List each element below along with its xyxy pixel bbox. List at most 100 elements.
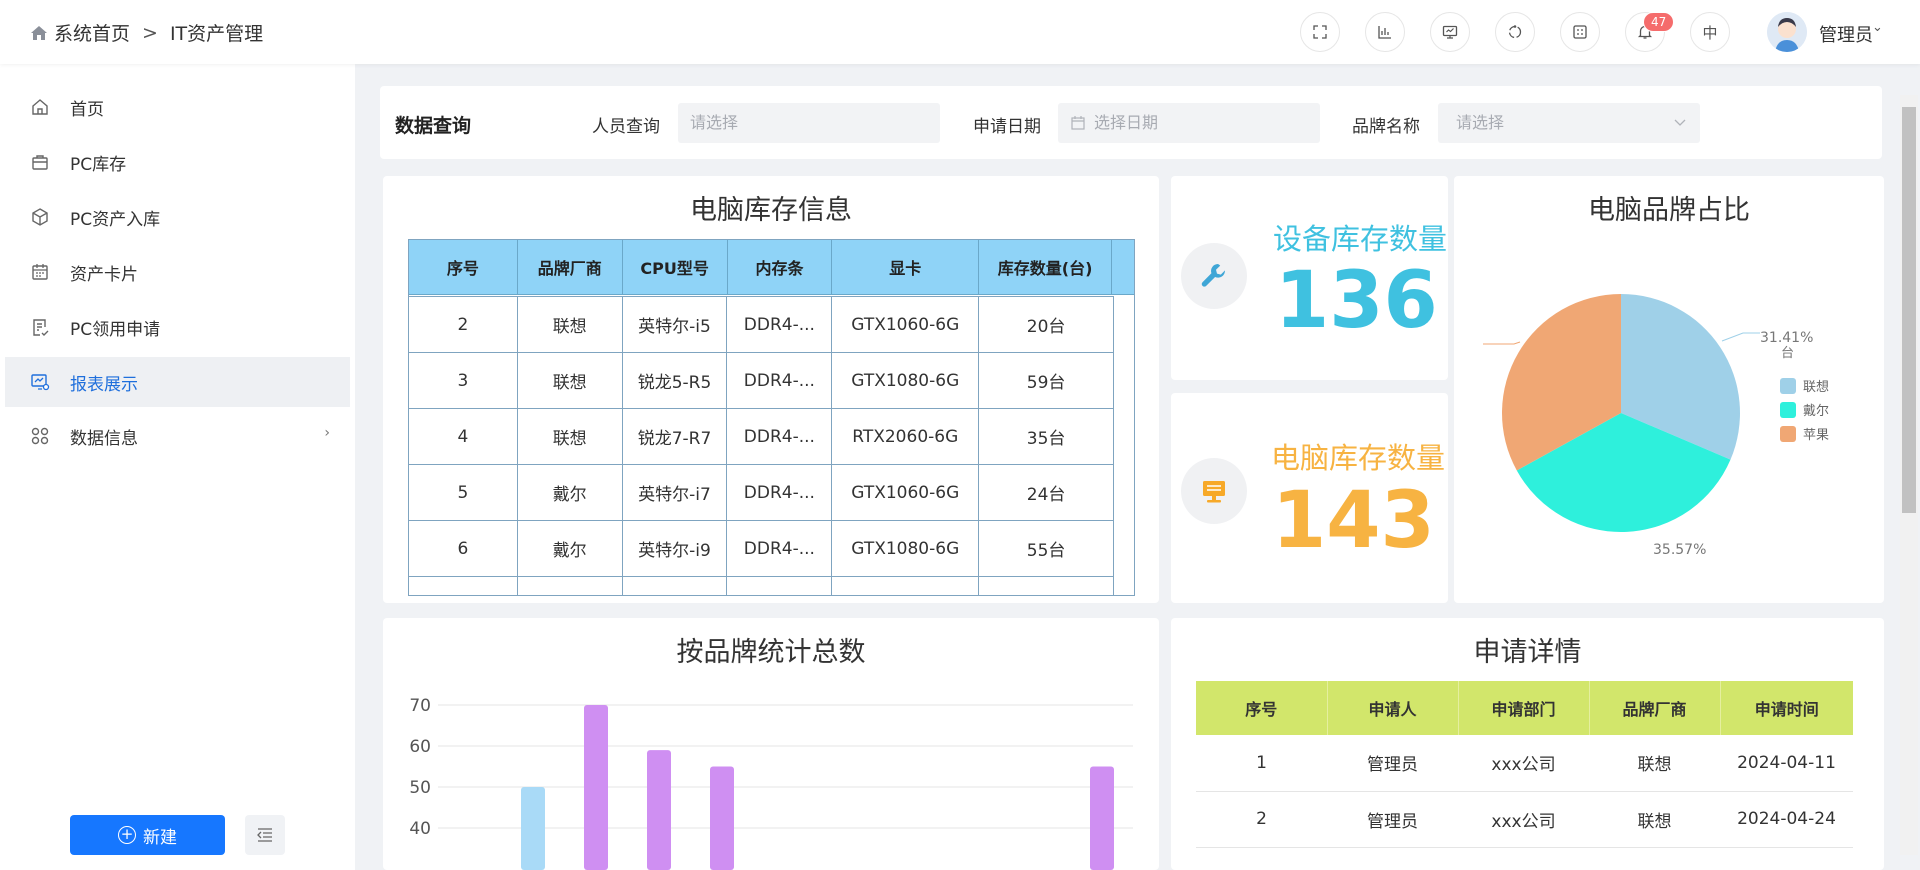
- column-header: 品牌厂商: [1589, 681, 1721, 735]
- username[interactable]: 管理员: [1819, 21, 1873, 47]
- column-header: 申请部门: [1458, 681, 1590, 735]
- table-row[interactable]: 2 联想 英特尔-i5 DDR4-... GTX1060-6G 20台: [409, 296, 1114, 353]
- table-cell: DDR4-...: [726, 408, 833, 465]
- table-cell: GTX1080-6G: [831, 520, 980, 577]
- plus-circle-icon: +: [118, 826, 136, 844]
- scrollbar-thumb[interactable]: [1902, 107, 1916, 513]
- table-cell: 4: [409, 408, 518, 465]
- brand-label: 品牌名称: [1352, 117, 1420, 137]
- legend-item[interactable]: 联想: [1803, 379, 1829, 395]
- query-panel: 数据查询 人员查询 请选择 申请日期 选择日期 品牌名称 请选择: [380, 86, 1882, 159]
- top-header: 系统首页 > IT资产管理 47 中 管理员 ⌄: [0, 0, 1920, 64]
- pie-label-top: 31.41%: [1760, 330, 1813, 346]
- chevron-down-icon: [1674, 119, 1686, 126]
- table-row[interactable]: 2 管理员 xxx公司 联想 2024-04-24: [1196, 791, 1853, 848]
- table-cell: 英特尔-i7: [621, 464, 728, 521]
- query-title: 数据查询: [395, 115, 472, 137]
- inventory-table-body[interactable]: 2 联想 英特尔-i5 DDR4-... GTX1060-6G 20台 3 联想 锐龙5-R5…: [409, 296, 1114, 595]
- inventory-table-wrapper[interactable]: 序号 品牌厂商 CPU型号 内存条 显卡 库存数量(台) 2 联想 英特尔-i5 DD…: [408, 239, 1135, 596]
- brand-select[interactable]: 请选择: [1438, 103, 1700, 143]
- person-select[interactable]: 请选择: [678, 103, 940, 143]
- chevron-down-icon[interactable]: ⌄: [1872, 20, 1883, 35]
- bar[interactable]: [584, 705, 608, 870]
- breadcrumb-separator-icon: >: [142, 21, 158, 44]
- table-cell: 联想: [516, 352, 623, 409]
- table-row[interactable]: 3 联想 锐龙5-R5 DDR4-... GTX1080-6G 59台: [409, 352, 1114, 409]
- table-cell: GTX1060-6G: [831, 464, 980, 521]
- calculator-icon[interactable]: [1560, 12, 1600, 52]
- bar-chart-icon[interactable]: [1365, 12, 1405, 52]
- sidebar-item-label: 首页: [70, 100, 104, 120]
- bar-chart[interactable]: 40 50 60 70: [383, 618, 1159, 870]
- legend-swatch: [1780, 402, 1796, 418]
- table-cell: 2: [1196, 791, 1327, 848]
- column-header: 序号: [409, 240, 518, 295]
- sidebar-item-pc-inventory[interactable]: PC库存: [5, 137, 350, 187]
- table-cell: 管理员: [1327, 735, 1458, 792]
- language-toggle[interactable]: 中: [1690, 12, 1730, 52]
- sidebar-item-pc-asset-in[interactable]: PC资产入库: [5, 192, 350, 242]
- avatar[interactable]: [1767, 12, 1807, 52]
- inventory-table: 2 联想 英特尔-i5 DDR4-... GTX1060-6G 20台 3 联想 锐龙5-R5…: [409, 296, 1114, 595]
- sidebar-item-asset-card[interactable]: 资产卡片: [5, 247, 350, 297]
- table-cell: xxx公司: [1458, 791, 1589, 848]
- column-header: 显卡: [831, 240, 980, 295]
- bar[interactable]: [647, 750, 671, 870]
- table-cell: 59台: [978, 352, 1114, 409]
- brand-total-panel: 按品牌统计总数 40 50 60 70: [383, 618, 1159, 870]
- grid-icon: [31, 427, 49, 445]
- legend-item[interactable]: 戴尔: [1803, 404, 1829, 419]
- pc-stock-card: 电脑库存数量 143: [1171, 393, 1448, 603]
- y-tick-label: 70: [409, 696, 431, 716]
- column-header: 序号: [1196, 681, 1328, 735]
- date-picker[interactable]: 选择日期: [1058, 103, 1320, 143]
- sidebar-item-data-info[interactable]: 数据信息 ›: [5, 411, 350, 461]
- monitor-icon[interactable]: [1430, 12, 1470, 52]
- sidebar-item-label: PC资产入库: [70, 210, 161, 230]
- table-cell: 英特尔-i9: [621, 520, 728, 577]
- new-button[interactable]: + 新建: [70, 815, 225, 855]
- column-header: 库存数量(台): [978, 240, 1112, 295]
- breadcrumb-current: IT资产管理: [169, 23, 264, 45]
- inventory-table-header: 序号 品牌厂商 CPU型号 内存条 显卡 库存数量(台): [409, 240, 1134, 295]
- table-cell: 2: [409, 296, 518, 353]
- table-cell: 联想: [1589, 735, 1720, 792]
- bar[interactable]: [521, 787, 545, 870]
- collapse-sidebar-button[interactable]: [245, 815, 285, 855]
- sidebar-item-report[interactable]: 报表展示: [5, 357, 350, 407]
- application-title: 申请详情: [1473, 637, 1582, 668]
- device-stock-card: 设备库存数量 136: [1171, 176, 1448, 380]
- sidebar-item-home[interactable]: 首页: [5, 82, 350, 132]
- table-cell: 35台: [978, 408, 1114, 465]
- pc-stock-label: 电脑库存数量: [1271, 441, 1446, 475]
- table-row[interactable]: 4 联想 锐龙7-R7 DDR4-... RTX2060-6G 35台: [409, 408, 1114, 465]
- home-icon: [32, 99, 48, 115]
- breadcrumb-home[interactable]: 系统首页: [54, 19, 130, 46]
- chevron-right-icon: ›: [324, 425, 330, 441]
- table-cell: 锐龙7-R7: [621, 408, 728, 465]
- application-table: 序号 申请人 申请部门 品牌厂商 申请时间 1 管理员 xxx公司 联想 2024-04…: [1196, 681, 1853, 848]
- table-cell: 24台: [978, 464, 1114, 521]
- bar[interactable]: [710, 766, 734, 870]
- legend-item[interactable]: 苹果: [1803, 428, 1829, 443]
- table-cell: 管理员: [1327, 791, 1458, 848]
- bar[interactable]: [1090, 766, 1114, 870]
- table-row[interactable]: 5 戴尔 英特尔-i7 DDR4-... GTX1060-6G 24台: [409, 464, 1114, 521]
- inventory-panel: 电脑库存信息 序号 品牌厂商 CPU型号 内存条 显卡 库存数量(台) 2 联想英…: [383, 176, 1159, 603]
- fullscreen-icon[interactable]: [1300, 12, 1340, 52]
- table-cell: 锐龙5-R5: [621, 352, 728, 409]
- pie-chart[interactable]: 31.41% 台 35.57% 联想戴尔苹果: [1454, 176, 1884, 603]
- table-cell: 3: [409, 352, 518, 409]
- application-panel: 申请详情 序号 申请人 申请部门 品牌厂商 申请时间 1 管理员 xxx公司 联想 20…: [1171, 618, 1884, 870]
- recycle-icon[interactable]: [1495, 12, 1535, 52]
- document-icon: [33, 319, 49, 336]
- column-header: 品牌厂商: [516, 240, 623, 295]
- table-cell: 20台: [978, 296, 1114, 353]
- sidebar-item-pc-request[interactable]: PC领用申请: [5, 302, 350, 352]
- table-row[interactable]: 6 戴尔 英特尔-i9 DDR4-... GTX1080-6G 55台: [409, 520, 1114, 577]
- date-placeholder: 选择日期: [1094, 113, 1159, 132]
- table-cell: 联想: [516, 408, 623, 465]
- column-header-gutter: [1111, 240, 1134, 295]
- page-scrollbar[interactable]: [1900, 95, 1918, 855]
- table-row[interactable]: 1 管理员 xxx公司 联想 2024-04-11: [1196, 735, 1853, 792]
